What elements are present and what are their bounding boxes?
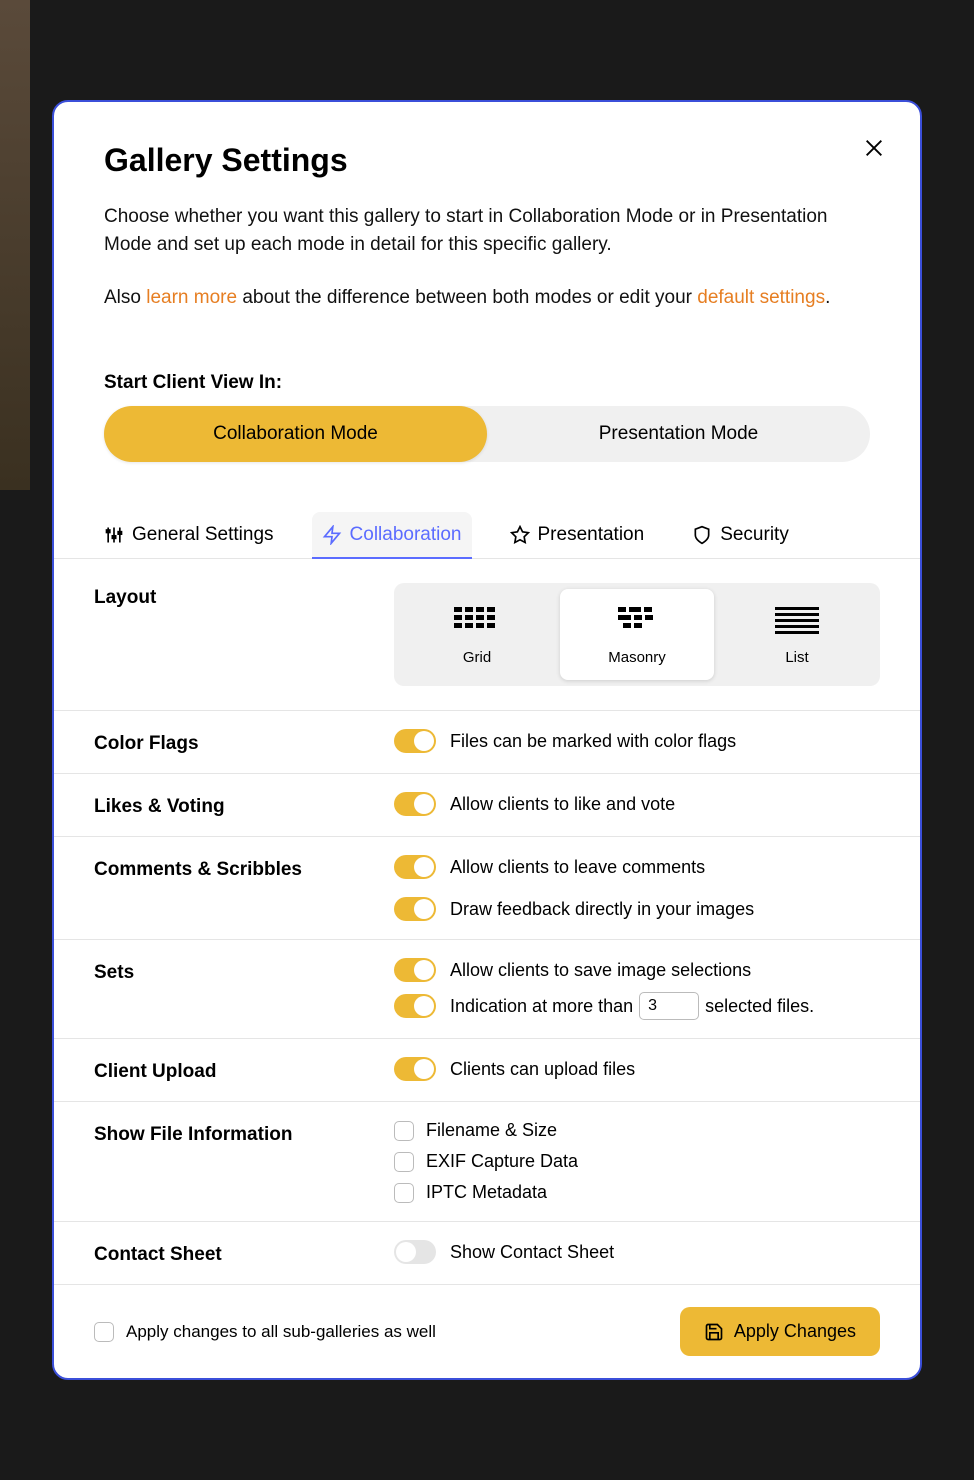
segment-presentation-mode[interactable]: Presentation Mode (487, 406, 870, 462)
close-button[interactable] (860, 134, 888, 162)
indication-number-input[interactable] (639, 992, 699, 1020)
toggle-label: Draw feedback directly in your images (450, 899, 754, 920)
toggle-label: Allow clients to leave comments (450, 857, 705, 878)
checkbox-label: EXIF Capture Data (426, 1151, 578, 1172)
checkbox-filename-size[interactable] (394, 1121, 414, 1141)
layout-option-label: Masonry (608, 649, 666, 666)
sliders-icon (104, 525, 124, 545)
toggle-scribbles[interactable] (394, 897, 436, 921)
indication-suffix: selected files. (705, 996, 814, 1017)
toggle-label: Allow clients to like and vote (450, 794, 675, 815)
tab-label: General Settings (132, 524, 274, 546)
setting-label-contact-sheet: Contact Sheet (94, 1240, 394, 1266)
segment-collaboration-mode[interactable]: Collaboration Mode (104, 406, 487, 462)
modal-description-2: Also learn more about the difference bet… (104, 284, 870, 313)
default-settings-link[interactable]: default settings (697, 287, 825, 308)
tab-collaboration[interactable]: Collaboration (312, 512, 472, 558)
modal-description: Choose whether you want this gallery to … (104, 203, 870, 260)
toggle-sets[interactable] (394, 958, 436, 982)
toggle-likes[interactable] (394, 792, 436, 816)
layout-option-grid[interactable]: Grid (400, 589, 554, 680)
toggle-comments[interactable] (394, 855, 436, 879)
checkbox-exif[interactable] (394, 1152, 414, 1172)
toggle-color-flags[interactable] (394, 729, 436, 753)
layout-options: Grid Masonry List (394, 583, 880, 686)
checkbox-label: IPTC Metadata (426, 1182, 547, 1203)
toggle-label: Show Contact Sheet (450, 1242, 614, 1263)
apply-all-label: Apply changes to all sub-galleries as we… (126, 1322, 436, 1342)
checkbox-apply-all-subgalleries[interactable] (94, 1322, 114, 1342)
tab-security[interactable]: Security (682, 512, 799, 558)
settings-tabs: General Settings Collaboration Presentat… (54, 512, 920, 559)
layout-option-list[interactable]: List (720, 589, 874, 680)
toggle-label: Files can be marked with color flags (450, 731, 736, 752)
setting-label-sets: Sets (94, 958, 394, 984)
toggle-indication[interactable] (394, 994, 436, 1018)
list-icon (772, 603, 822, 637)
checkbox-label: Filename & Size (426, 1120, 557, 1141)
tab-label: Security (720, 524, 789, 546)
toggle-client-upload[interactable] (394, 1057, 436, 1081)
toggle-contact-sheet[interactable] (394, 1240, 436, 1264)
star-icon (510, 525, 530, 545)
setting-label-color-flags: Color Flags (94, 729, 394, 755)
lightning-icon (322, 525, 342, 545)
modal-title: Gallery Settings (104, 142, 870, 179)
close-icon (863, 137, 885, 159)
tab-presentation[interactable]: Presentation (500, 512, 655, 558)
shield-icon (692, 525, 712, 545)
checkbox-iptc[interactable] (394, 1183, 414, 1203)
setting-label-client-upload: Client Upload (94, 1057, 394, 1083)
apply-button-label: Apply Changes (734, 1321, 856, 1342)
toggle-label: Allow clients to save image selections (450, 960, 751, 981)
tab-general-settings[interactable]: General Settings (94, 512, 284, 558)
toggle-label: Clients can upload files (450, 1059, 635, 1080)
layout-option-label: List (785, 649, 808, 666)
layout-option-label: Grid (463, 649, 491, 666)
tab-label: Collaboration (350, 524, 462, 546)
indication-prefix: Indication at more than (450, 996, 633, 1017)
apply-changes-button[interactable]: Apply Changes (680, 1307, 880, 1356)
masonry-icon (612, 603, 662, 637)
setting-label-comments: Comments & Scribbles (94, 855, 394, 881)
setting-label-likes: Likes & Voting (94, 792, 394, 818)
save-icon (704, 1322, 724, 1342)
setting-label-layout: Layout (94, 583, 394, 609)
learn-more-link[interactable]: learn more (146, 287, 237, 308)
start-view-label: Start Client View In: (54, 322, 920, 406)
gallery-settings-modal: Gallery Settings Choose whether you want… (52, 100, 922, 1381)
tab-label: Presentation (538, 524, 645, 546)
setting-label-file-info: Show File Information (94, 1120, 394, 1146)
grid-icon (452, 603, 502, 637)
start-view-segment-control: Collaboration Mode Presentation Mode (104, 406, 870, 462)
layout-option-masonry[interactable]: Masonry (560, 589, 714, 680)
